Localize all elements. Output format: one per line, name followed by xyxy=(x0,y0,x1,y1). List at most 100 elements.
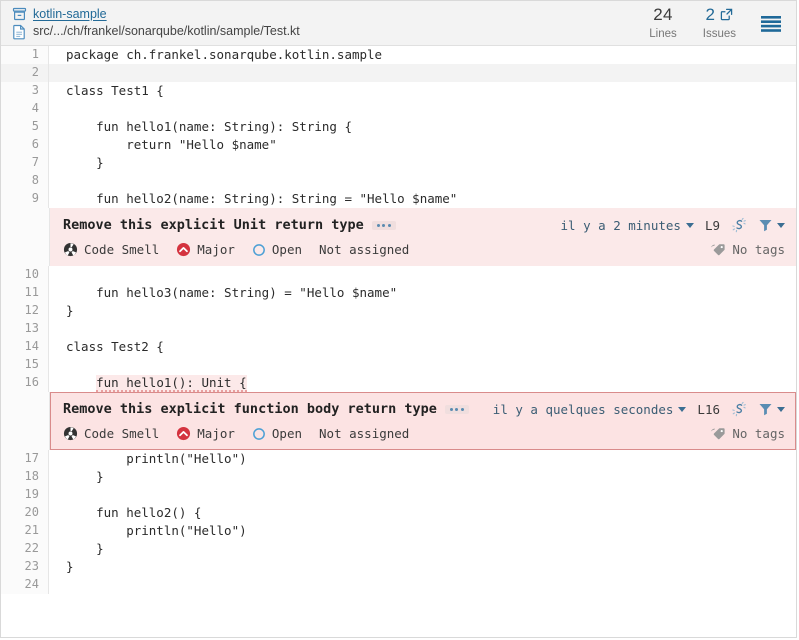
issue-type-label: Code Smell xyxy=(84,426,159,441)
issue-attributes-row: Code Smell Major Open xyxy=(63,242,785,257)
hamburger-menu-button[interactable] xyxy=(758,13,784,34)
issue-tags-button[interactable]: No tags xyxy=(710,426,785,441)
issue-assignee[interactable]: Not assigned xyxy=(319,426,409,441)
code-line: 13 xyxy=(1,320,796,338)
line-number[interactable]: 12 xyxy=(1,302,49,320)
issue-panel[interactable]: Remove this explicit function body retur… xyxy=(50,392,796,450)
breadcrumb-file[interactable]: src/.../ch/frankel/sonarqube/kotlin/samp… xyxy=(12,24,649,40)
issue-line-ref: L9 xyxy=(705,218,720,233)
breadcrumb-file-label[interactable]: src/.../ch/frankel/sonarqube/kotlin/samp… xyxy=(33,24,300,39)
status-open-icon xyxy=(252,427,266,441)
issue-date-button[interactable]: il y a quelques secondes xyxy=(493,402,687,417)
code-line: 3 class Test1 { xyxy=(1,82,796,100)
issue-date-button[interactable]: il y a 2 minutes xyxy=(561,218,694,233)
line-number[interactable]: 20 xyxy=(1,504,49,522)
issue-assignee[interactable]: Not assigned xyxy=(319,242,409,257)
chevron-down-icon xyxy=(777,407,785,412)
line-source: } xyxy=(49,302,796,320)
issue-meta: il y a 2 minutes L9 xyxy=(561,217,785,233)
breadcrumb-project-label[interactable]: kotlin-sample xyxy=(33,7,107,22)
issue-tags-button[interactable]: No tags xyxy=(710,242,785,257)
filter-issues-button[interactable] xyxy=(758,218,785,232)
issue-assignee-label: Not assigned xyxy=(319,426,409,441)
filter-issues-button[interactable] xyxy=(758,402,785,416)
issue-attributes: Code Smell Major Open xyxy=(63,242,409,257)
line-number[interactable]: 9 xyxy=(1,190,49,208)
source-viewer-header: kotlin-sample src/.../ch/frankel/sonarqu… xyxy=(1,1,796,46)
code-line: 1 package ch.frankel.sonarqube.kotlin.sa… xyxy=(1,46,796,64)
issue-row: Remove this explicit Unit return type il… xyxy=(1,208,796,266)
code-line: 6 return "Hello $name" xyxy=(1,136,796,154)
line-number[interactable]: 11 xyxy=(1,284,49,302)
issue-severity[interactable]: Major xyxy=(176,242,235,257)
measure-lines: 24 Lines xyxy=(649,6,677,41)
issue-panel[interactable]: Remove this explicit Unit return type il… xyxy=(50,208,796,266)
line-number[interactable]: 16 xyxy=(1,374,49,392)
line-number[interactable]: 22 xyxy=(1,540,49,558)
code-line: 12 } xyxy=(1,302,796,320)
scm-blame-icon[interactable] xyxy=(731,401,747,417)
issue-more-actions-button[interactable] xyxy=(445,405,469,414)
line-source: println("Hello") xyxy=(49,450,796,468)
issue-attributes-row: Code Smell Major Open xyxy=(63,426,785,441)
line-source xyxy=(49,266,796,284)
chevron-down-icon xyxy=(686,223,694,228)
issue-assignee-label: Not assigned xyxy=(319,242,409,257)
issue-type[interactable]: Code Smell xyxy=(63,426,159,441)
code-line: 4 xyxy=(1,100,796,118)
issue-status-label: Open xyxy=(272,426,302,441)
line-number[interactable]: 1 xyxy=(1,46,49,64)
breadcrumb: kotlin-sample src/.../ch/frankel/sonarqu… xyxy=(12,7,649,40)
line-number[interactable]: 19 xyxy=(1,486,49,504)
line-number[interactable]: 4 xyxy=(1,100,49,118)
line-number[interactable]: 21 xyxy=(1,522,49,540)
line-number[interactable]: 2 xyxy=(1,64,49,82)
issue-gutter xyxy=(1,392,50,450)
measure-issues-value: 2 xyxy=(705,6,715,23)
external-link-icon[interactable] xyxy=(720,8,733,21)
tag-icon xyxy=(710,243,726,257)
line-number[interactable]: 8 xyxy=(1,172,49,190)
measure-issues-value-row[interactable]: 2 xyxy=(705,6,733,23)
code-smell-icon xyxy=(63,242,78,257)
tag-icon xyxy=(710,427,726,441)
issue-date: il y a quelques secondes xyxy=(493,402,674,417)
line-number[interactable]: 24 xyxy=(1,576,49,594)
issue-row: Remove this explicit function body retur… xyxy=(1,392,796,450)
file-icon xyxy=(12,24,27,40)
code-line: 11 fun hello3(name: String) = "Hello $na… xyxy=(1,284,796,302)
line-number[interactable]: 18 xyxy=(1,468,49,486)
severity-major-icon xyxy=(176,242,191,257)
issue-severity[interactable]: Major xyxy=(176,426,235,441)
issue-date: il y a 2 minutes xyxy=(561,218,681,233)
line-number[interactable]: 10 xyxy=(1,266,49,284)
code-line: 18 } xyxy=(1,468,796,486)
issue-tags-label: No tags xyxy=(732,242,785,257)
issue-tags-label: No tags xyxy=(732,426,785,441)
line-number[interactable]: 13 xyxy=(1,320,49,338)
line-source: class Test2 { xyxy=(49,338,796,356)
line-number[interactable]: 7 xyxy=(1,154,49,172)
code-line: 9 fun hello2(name: String): String = "He… xyxy=(1,190,796,208)
issue-status[interactable]: Open xyxy=(252,242,302,257)
issue-status[interactable]: Open xyxy=(252,426,302,441)
issue-title[interactable]: Remove this explicit function body retur… xyxy=(63,401,437,417)
line-number[interactable]: 6 xyxy=(1,136,49,154)
measure-lines-value: 24 xyxy=(653,6,673,23)
line-number[interactable]: 23 xyxy=(1,558,49,576)
breadcrumb-project[interactable]: kotlin-sample xyxy=(12,7,649,22)
line-number[interactable]: 17 xyxy=(1,450,49,468)
line-number[interactable]: 14 xyxy=(1,338,49,356)
line-number[interactable]: 15 xyxy=(1,356,49,374)
line-number[interactable]: 5 xyxy=(1,118,49,136)
measure-issues[interactable]: 2 Issues xyxy=(703,6,736,41)
scm-blame-icon[interactable] xyxy=(731,217,747,233)
issue-title[interactable]: Remove this explicit Unit return type xyxy=(63,217,364,233)
issue-type[interactable]: Code Smell xyxy=(63,242,159,257)
line-number[interactable]: 3 xyxy=(1,82,49,100)
line-source xyxy=(49,100,796,118)
issue-more-actions-button[interactable] xyxy=(372,221,396,230)
code-line: 10 xyxy=(1,266,796,284)
line-source: package ch.frankel.sonarqube.kotlin.samp… xyxy=(49,46,796,64)
line-source xyxy=(49,576,796,594)
